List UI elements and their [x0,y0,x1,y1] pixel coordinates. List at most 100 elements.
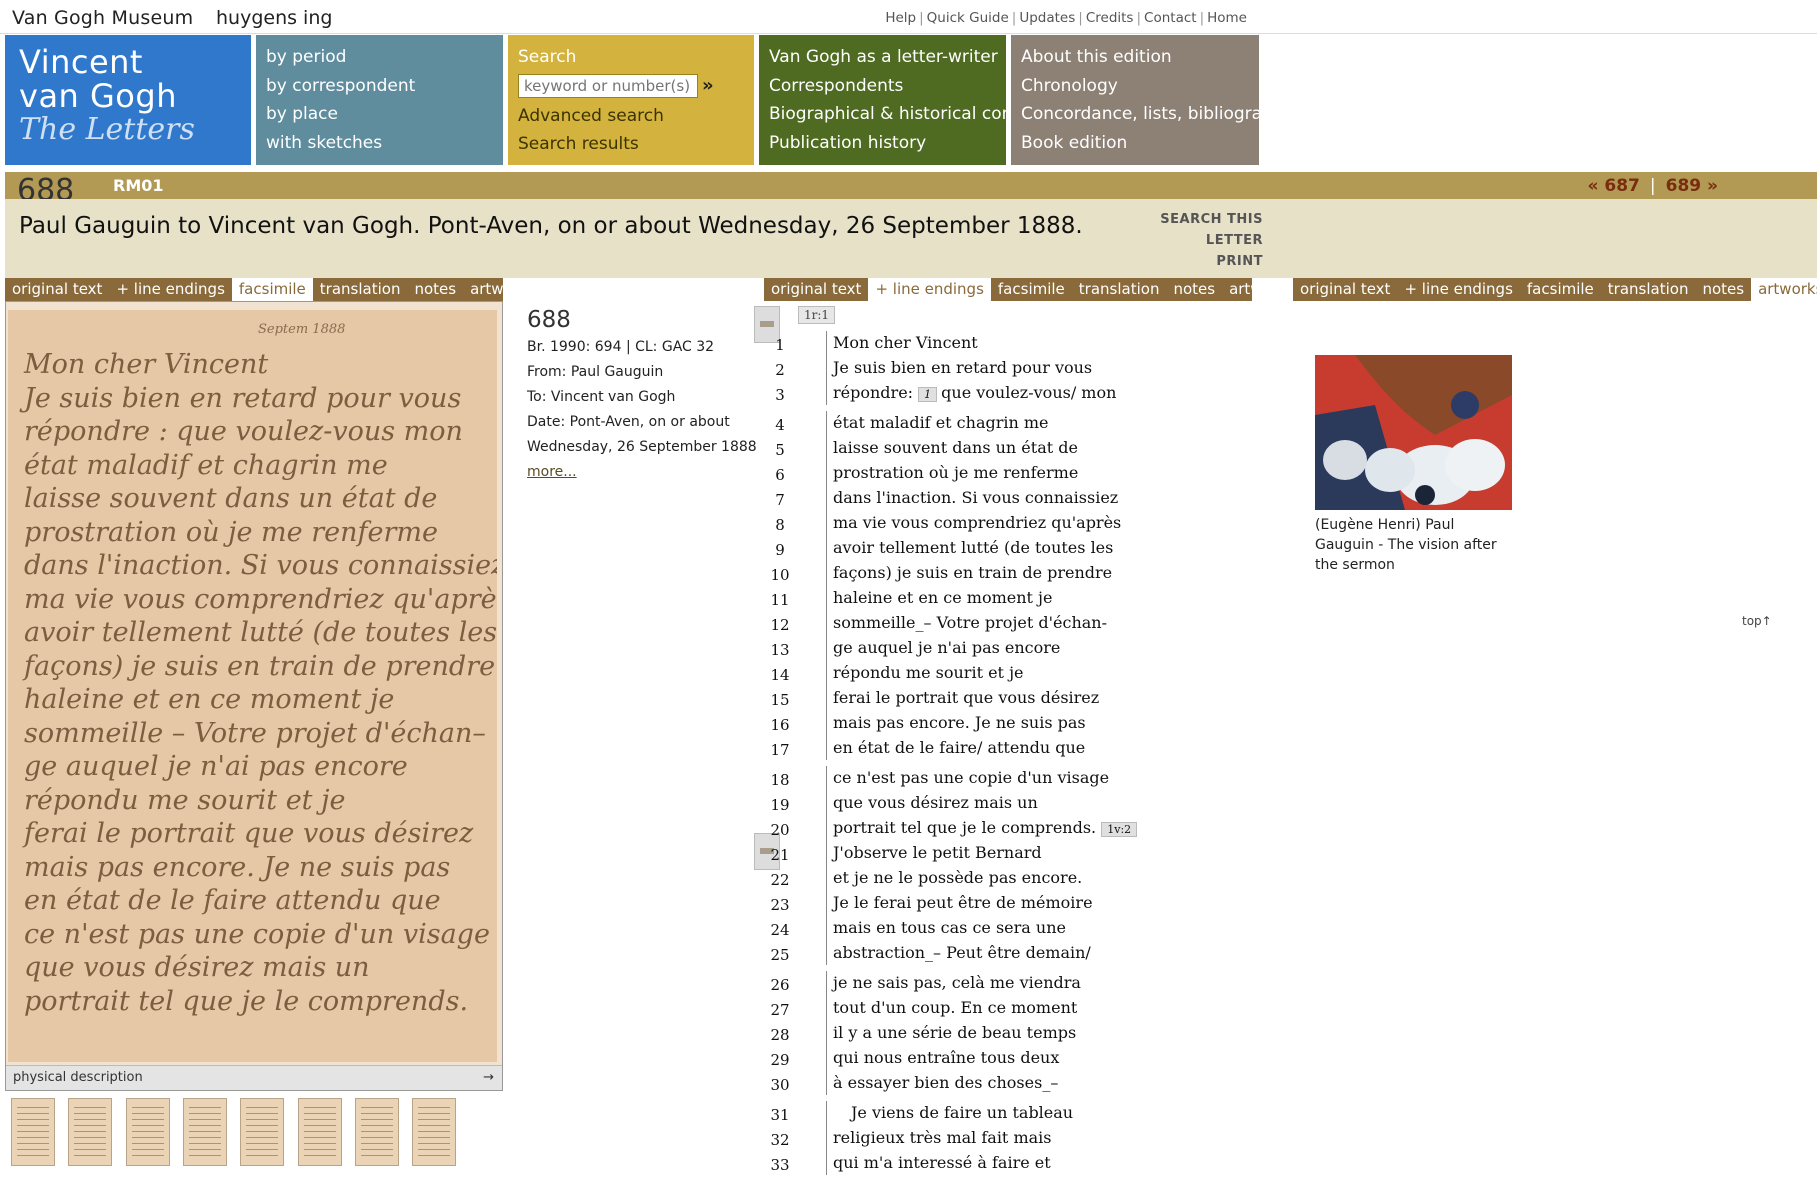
line-number: 31 [770,1106,790,1124]
browse-by-place[interactable]: by place [266,100,493,129]
chronology-link[interactable]: Chronology [1021,72,1249,101]
tab-notes[interactable]: notes [1695,278,1751,301]
facsimile-thumbnail[interactable] [68,1098,113,1166]
tab-artworks[interactable]: artworks [1751,278,1817,301]
transcription-line: en état de le faire/ attendu que [833,738,1085,757]
line-number: 11 [770,591,790,609]
about-menu: About this edition Chronology Concordanc… [1011,35,1294,165]
artwork-thumbnail[interactable] [1315,355,1512,510]
book-edition-link[interactable]: Book edition [1021,129,1249,158]
facsimile-thumbnail[interactable] [182,1098,227,1166]
transcription-line-text: qui nous entraîne tous deux [833,1048,1060,1067]
line-number: 15 [770,691,790,709]
facsimile-line: en état de le faire attendu que [24,885,441,916]
facsimile-thumbnail[interactable] [354,1098,399,1166]
line-number: 30 [770,1076,790,1094]
home-link[interactable]: Home [1207,10,1247,26]
facsimile-thumbnail[interactable] [11,1098,55,1166]
browse-by-period[interactable]: by period [266,43,493,72]
tab-facsimile[interactable]: facsimile [231,278,313,301]
tab-facsimile[interactable]: facsimile [991,278,1072,301]
tab-facsimile[interactable]: facsimile [1520,278,1601,301]
transcription-line-text: Je suis bien en retard pour vous [833,358,1093,377]
transcription-line: ce n'est pas une copie d'un visage [833,768,1109,787]
tab-original-text[interactable]: original text [764,278,868,301]
facsimile-thumbnail[interactable] [125,1098,170,1166]
transcription-line-text: dans l'inaction. Si vous connaissiez [833,488,1119,507]
transcription-line: tout d'un coup. En ce moment [833,998,1077,1017]
next-letter-link[interactable]: 689 » [1666,176,1718,196]
advanced-search-link[interactable]: Advanced search [518,102,744,131]
facsimile-handwriting: Mon cher Vincent Je suis bien en retard p… [24,348,497,1018]
quick-guide-link[interactable]: Quick Guide [927,10,1009,26]
transcription-line-text: à essayer bien des choses_– [833,1073,1059,1092]
search-go-button[interactable]: » [702,72,714,101]
artwork-caption[interactable]: (Eugène Henri) Paul Gauguin - The vision… [1315,515,1505,575]
tab-notes[interactable]: notes [407,278,463,301]
tab-artworks[interactable]: artworks [463,278,542,301]
paragraph-bar [826,766,827,965]
tab-translation[interactable]: translation [313,278,408,301]
updates-link[interactable]: Updates [1019,10,1075,26]
line-number: 2 [775,361,785,379]
context-menu: Van Gogh as a letter-writer Corresponden… [759,35,1046,165]
contact-link[interactable]: Contact [1144,10,1197,26]
facsimile-thumbnail[interactable] [297,1098,342,1166]
tab-original-text[interactable]: original text [1293,278,1397,301]
concordance-link[interactable]: Concordance, lists, bibliography [1021,100,1294,129]
page-tag[interactable]: 1v:2 [1101,822,1138,837]
correspondents-link[interactable]: Correspondents [769,72,996,101]
facsimile-image[interactable]: Septem 1888 Mon cher Vincent Je suis bien… [8,310,497,1062]
letter-writer-link[interactable]: Van Gogh as a letter-writer [769,43,998,72]
line-number: 23 [770,896,790,914]
line-number: 4 [775,416,785,434]
note-reference[interactable]: 1 [918,387,938,402]
letter-code: RM01 [113,176,164,195]
transcription-line-text: mais pas encore. Je ne suis pas [833,713,1086,732]
transcription-line: je ne sais pas, celà me viendra [833,973,1081,992]
more-link[interactable]: more... [527,464,577,480]
tab-line-endings[interactable]: + line endings [109,278,231,301]
facsimile-thumbnail[interactable] [240,1098,285,1166]
transcription-line: qui nous entraîne tous deux [833,1048,1059,1067]
line-number: 32 [770,1131,790,1149]
browse-by-correspondent[interactable]: by correspondent [266,72,493,101]
transcription-line: que vous désirez mais un [833,793,1038,812]
line-number: 1 [775,336,785,354]
tab-artworks[interactable]: artworks [1222,278,1301,301]
tab-translation[interactable]: translation [1601,278,1696,301]
site-title-block[interactable]: Vincent van Gogh The Letters [5,35,251,165]
van-gogh-museum-logo[interactable]: Van Gogh Museum [12,7,193,29]
about-edition-link[interactable]: About this edition [1021,43,1249,72]
tab-notes[interactable]: notes [1166,278,1222,301]
browse-with-sketches[interactable]: with sketches [266,129,493,158]
facsimile-thumbnail[interactable] [412,1098,457,1166]
tab-original-text[interactable]: original text [5,278,109,301]
page-tag[interactable]: 1r:1 [798,306,836,324]
publication-history-link[interactable]: Publication history [769,129,996,158]
prev-letter-link[interactable]: « 687 [1587,176,1639,196]
transcription-line-text: en état de le faire/ attendu que [833,738,1086,757]
transcription-line-text: laisse souvent dans un état de [833,438,1078,457]
print-link[interactable]: PRINT [1113,251,1263,272]
facsimile-line: Je suis bien en retard pour vous [24,382,462,414]
huygens-ing-logo[interactable]: huygens ing [216,7,332,29]
help-link[interactable]: Help [885,10,916,26]
search-this-letter-link[interactable]: SEARCH THIS LETTER [1113,209,1263,251]
line-number: 28 [770,1026,790,1044]
tab-line-endings[interactable]: + line endings [868,278,991,301]
search-input[interactable] [518,73,698,98]
search-results-link[interactable]: Search results [518,130,744,159]
biographical-context-link[interactable]: Biographical & historical context [769,100,1046,129]
arrow-right-icon[interactable]: → [483,1070,494,1085]
credits-link[interactable]: Credits [1086,10,1134,26]
paragraph-bar [826,1101,827,1175]
physical-description-bar[interactable]: physical description → [6,1065,502,1090]
tab-translation[interactable]: translation [1072,278,1167,301]
line-number: 6 [775,466,785,484]
tab-line-endings[interactable]: + line endings [1397,278,1519,301]
paragraph-bar [826,971,827,1095]
transcription-line: ma vie vous comprendriez qu'après [833,513,1121,532]
top-link[interactable]: top↑ [1742,614,1772,628]
line-number: 17 [770,741,790,759]
